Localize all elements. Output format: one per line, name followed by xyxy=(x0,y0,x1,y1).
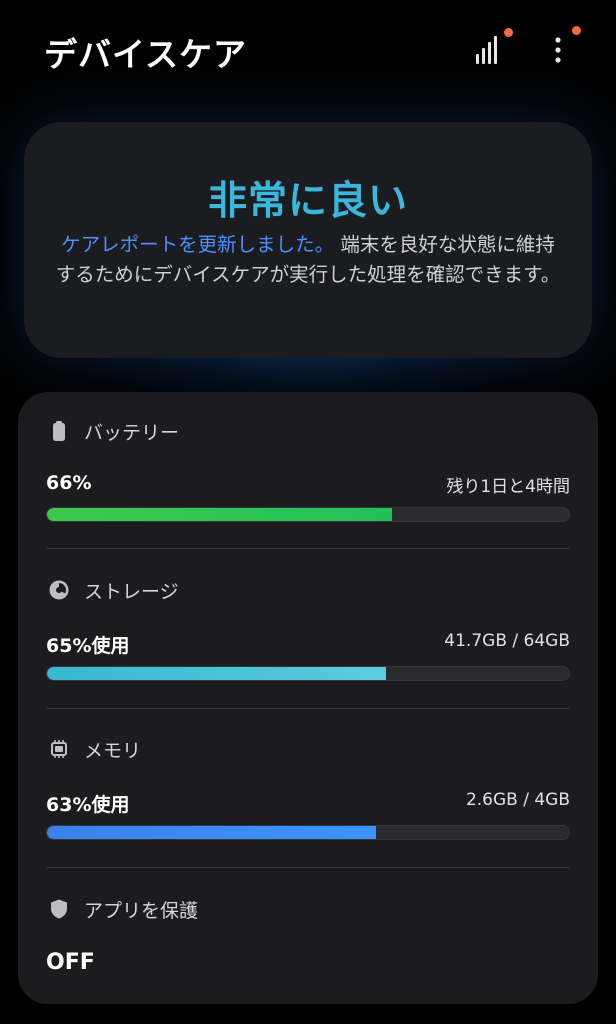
divider xyxy=(46,708,570,709)
metrics-card: バッテリー 66% 残り1日と4時間 ストレージ 65%使用 41.7GB / … xyxy=(18,392,598,1004)
battery-icon xyxy=(53,421,65,441)
battery-section[interactable]: バッテリー 66% 残り1日と4時間 xyxy=(18,416,598,546)
battery-remaining: 残り1日と4時間 xyxy=(446,477,570,497)
shield-icon xyxy=(51,899,67,919)
memory-usage: 2.6GB / 4GB xyxy=(465,790,570,810)
app-protection-section[interactable]: アプリを保護 OFF xyxy=(18,894,598,994)
care-report-link[interactable]: ケアレポートを更新しました。 xyxy=(61,233,334,256)
notification-dot xyxy=(572,26,581,35)
app-header: デバイスケア xyxy=(0,0,616,100)
status-description: ケアレポートを更新しました。 端末を良好な状態に維持するためにデバイスケアが実行… xyxy=(52,230,564,290)
signal-button[interactable] xyxy=(466,28,513,74)
memory-chip-icon xyxy=(51,740,67,758)
storage-progress-bar xyxy=(46,666,570,681)
status-title: 非常に良い xyxy=(207,179,408,224)
memory-section[interactable]: メモリ 63%使用 2.6GB / 4GB xyxy=(18,734,598,864)
app-protection-status: OFF xyxy=(46,950,95,975)
memory-header: メモリ xyxy=(48,734,141,764)
app-protection-label: アプリを保護 xyxy=(84,899,199,922)
app-protection-header: アプリを保護 xyxy=(48,894,198,924)
battery-header: バッテリー xyxy=(48,416,179,446)
memory-label: メモリ xyxy=(84,739,142,762)
notification-dot xyxy=(504,28,513,37)
pie-chart-icon xyxy=(49,580,69,600)
page-title: デバイスケア xyxy=(44,35,248,74)
status-card: 非常に良い ケアレポートを更新しました。 端末を良好な状態に維持するためにデバイ… xyxy=(24,122,592,358)
storage-section[interactable]: ストレージ 65%使用 41.7GB / 64GB xyxy=(18,575,598,705)
storage-progress-fill xyxy=(47,667,387,680)
storage-label: ストレージ xyxy=(84,580,179,603)
memory-progress-fill xyxy=(47,826,376,839)
divider xyxy=(46,867,570,868)
battery-progress-bar xyxy=(46,507,570,522)
battery-label: バッテリー xyxy=(84,421,180,444)
storage-usage: 41.7GB / 64GB xyxy=(444,631,570,651)
storage-header: ストレージ xyxy=(48,575,179,605)
divider xyxy=(46,548,570,549)
memory-progress-bar xyxy=(46,825,570,840)
more-options-button[interactable] xyxy=(536,26,581,74)
battery-progress-fill xyxy=(47,508,392,521)
battery-value: 66% xyxy=(46,472,92,494)
signal-bars-icon xyxy=(476,36,497,64)
more-vertical-icon xyxy=(555,37,561,63)
memory-value: 63%使用 xyxy=(46,794,130,816)
storage-value: 65%使用 xyxy=(46,635,130,657)
